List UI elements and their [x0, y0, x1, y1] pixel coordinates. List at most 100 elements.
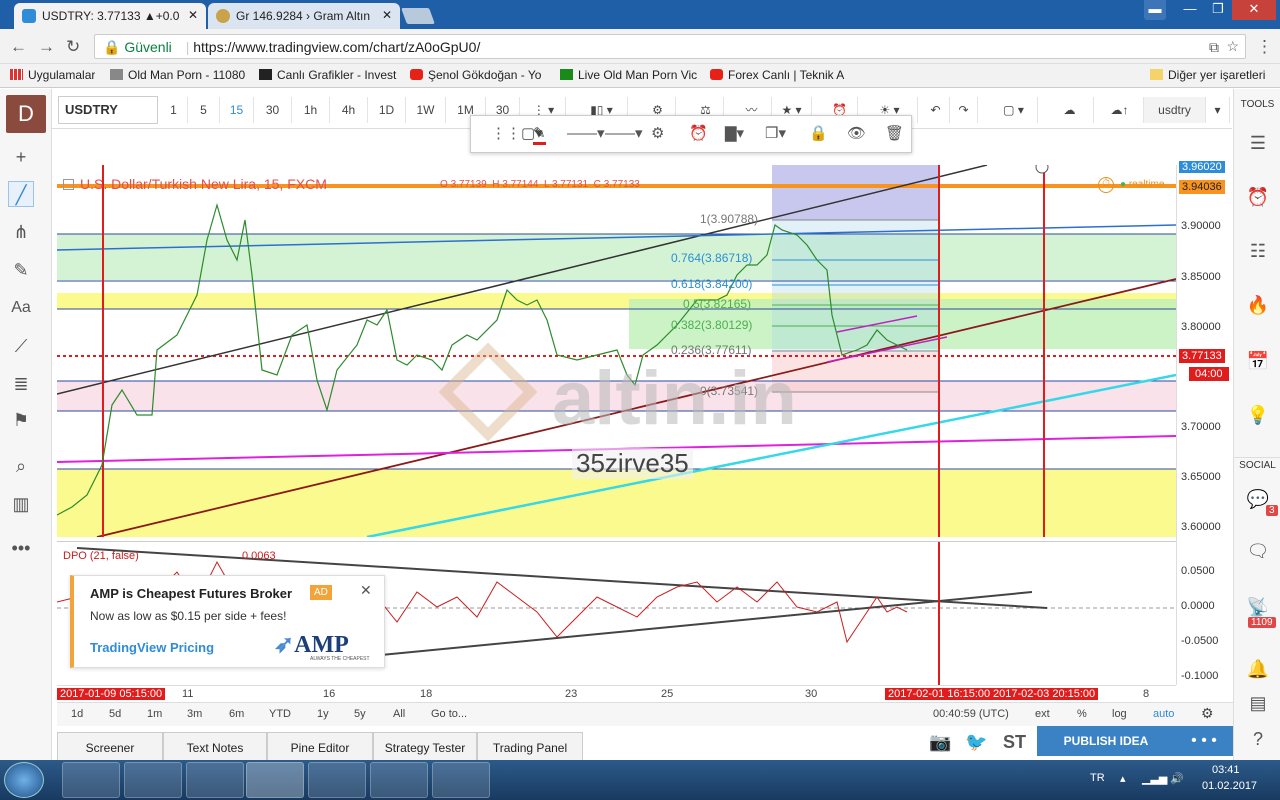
fibonacci-icon[interactable]: ≣ — [8, 371, 34, 397]
clone-icon[interactable]: ❐▾ — [765, 124, 786, 142]
range-1y[interactable]: 1y — [317, 708, 329, 720]
ad-link[interactable]: TradingView Pricing — [90, 640, 214, 655]
flag-icon[interactable]: ⚑ — [8, 407, 34, 433]
fork-icon[interactable]: ⋔ — [8, 219, 34, 245]
network-icon[interactable]: ▁▃▅ — [1142, 772, 1167, 785]
close-icon[interactable]: ✕ — [382, 8, 392, 22]
bookmark-other[interactable]: Diğer yer işaretleri — [1150, 68, 1265, 82]
template-icon[interactable]: ▇▾ — [725, 124, 744, 142]
range-6m[interactable]: 6m — [229, 708, 244, 720]
alert-clock-icon[interactable]: ⏱ — [1098, 177, 1114, 193]
hotlist-icon[interactable]: 🔥 — [1246, 295, 1270, 319]
help-icon[interactable]: ? — [1246, 729, 1270, 753]
tray-arrow-icon[interactable]: ▴ — [1120, 772, 1126, 785]
tab-screener[interactable]: Screener — [57, 732, 163, 760]
forward-icon[interactable]: → — [38, 37, 55, 57]
close-window-button[interactable]: ✕ — [1232, 0, 1276, 20]
maximize-button[interactable]: ❐ — [1204, 0, 1232, 20]
percent-toggle[interactable]: % — [1077, 708, 1087, 720]
interval-5[interactable]: 5 — [188, 97, 220, 123]
browser-tab-usdtry[interactable]: USDTRY: 3.77133 ▲+0.0 ✕ — [14, 3, 206, 29]
url-input[interactable]: 🔒 Güvenli | https://www.tradingview.com/… — [94, 34, 1246, 59]
tab-text-notes[interactable]: Text Notes — [163, 732, 267, 760]
calculator-icon[interactable]: ▤ — [1246, 693, 1270, 717]
handle-icon[interactable] — [1035, 165, 1049, 174]
tab-trading-panel[interactable]: Trading Panel — [477, 732, 583, 760]
twitter-icon[interactable]: 🐦 — [965, 732, 987, 753]
cloud-save-icon[interactable]: ☁ — [1046, 97, 1094, 123]
interval-1h[interactable]: 1h — [292, 97, 330, 123]
chevron-down-icon[interactable]: ▾ — [1206, 97, 1230, 123]
log-toggle[interactable]: log — [1112, 708, 1127, 720]
interval-1w[interactable]: 1W — [406, 97, 446, 123]
cloud-upload-icon[interactable]: ☁↑ — [1096, 97, 1144, 123]
close-icon[interactable]: ✕ — [188, 8, 198, 22]
start-button[interactable] — [4, 762, 44, 798]
private-chat-icon[interactable]: 🗨 — [1246, 541, 1270, 565]
collapse-icon[interactable] — [63, 179, 74, 190]
trash-icon[interactable]: 🗑 — [885, 124, 904, 142]
bookmark-item[interactable]: Live Old Man Porn Vic — [560, 68, 698, 82]
sticky-notes-icon[interactable] — [308, 762, 366, 798]
idea-icon[interactable]: 💡 — [1246, 405, 1270, 429]
calendar-icon[interactable]: 📅 — [1246, 351, 1270, 375]
add-alert-icon[interactable]: ⏰ — [689, 124, 708, 142]
interval-1d[interactable]: 1D — [368, 97, 406, 123]
notifications-icon[interactable]: 🔔 — [1246, 659, 1270, 683]
crosshair-icon[interactable]: + — [8, 144, 34, 170]
settings-icon[interactable]: ⚙ — [1201, 705, 1214, 722]
time-axis[interactable]: 2017-01-09 05:15:00 11 16 18 23 25 30 20… — [57, 685, 1176, 702]
more-options-button[interactable]: • • • — [1175, 726, 1233, 756]
skype-icon[interactable] — [370, 762, 428, 798]
range-ytd[interactable]: YTD — [269, 708, 291, 720]
range-1m[interactable]: 1m — [147, 708, 162, 720]
ad-popup[interactable]: AMP is Cheapest Futures Broker AD ✕ Now … — [70, 575, 385, 668]
layout-icon[interactable]: ▢ ▾ — [990, 97, 1038, 123]
undo-icon[interactable]: ↶ — [922, 97, 950, 123]
browser-tab-gram-altin[interactable]: Gr 146.9284 › Gram Altın ✕ — [208, 3, 400, 29]
settings-icon[interactable]: ⚙ — [651, 124, 664, 142]
reload-icon[interactable]: ↻ — [66, 37, 80, 57]
lock-icon[interactable]: 🔒 — [809, 124, 828, 142]
back-icon[interactable]: ← — [10, 37, 27, 57]
zoom-icon[interactable]: ⌕ — [8, 453, 34, 479]
photo-viewer-icon[interactable] — [432, 762, 490, 798]
camera-icon[interactable]: 📷 — [929, 732, 951, 753]
menu-icon[interactable]: ⋮ — [1256, 37, 1273, 57]
interval-4h[interactable]: 4h — [330, 97, 368, 123]
compare-symbol[interactable]: usdtry — [1144, 97, 1206, 123]
bookmark-item[interactable]: Canlı Grafikler - Invest — [259, 68, 397, 82]
bookmark-item[interactable]: Forex Canlı | Teknik A — [710, 68, 848, 82]
minimize-button[interactable]: — — [1176, 0, 1204, 20]
interval-30[interactable]: 30 — [254, 97, 292, 123]
trendline-tool-icon[interactable]: ╱ — [8, 181, 34, 207]
brush-icon[interactable]: ✎ — [8, 257, 34, 283]
user-avatar[interactable]: D — [6, 95, 46, 133]
data-window-icon[interactable]: ☷ — [1246, 241, 1270, 265]
eye-icon[interactable]: 👁 — [847, 124, 866, 142]
more-tools-icon[interactable]: ••• — [8, 535, 34, 561]
star-icon[interactable]: ☆ — [1226, 38, 1239, 55]
profile-icon[interactable]: ▬ — [1144, 0, 1166, 20]
line-color-icon[interactable]: ✎ — [533, 124, 546, 145]
chart-title[interactable]: U.S. Dollar/Turkish New Lira, 15, FXCM — [63, 176, 327, 192]
bookmark-item[interactable]: Şenol Gökdoğan - Yo — [410, 68, 548, 82]
text-tool-icon[interactable]: Aa — [8, 295, 34, 321]
ext-toggle[interactable]: ext — [1035, 708, 1050, 720]
range-5y[interactable]: 5y — [354, 708, 366, 720]
price-axis[interactable]: 3.96020 3.94036 3.90000 3.85000 3.80000 … — [1176, 161, 1233, 685]
line-style-icon[interactable]: ——▾ — [605, 124, 643, 142]
clock-time[interactable]: 03:41 — [1212, 764, 1240, 776]
redo-icon[interactable]: ↷ — [950, 97, 978, 123]
close-icon[interactable]: ✕ — [360, 582, 372, 599]
range-1d[interactable]: 1d — [71, 708, 83, 720]
clock-date[interactable]: 01.02.2017 — [1202, 780, 1257, 792]
stocktwits-icon[interactable]: ST — [1003, 732, 1026, 753]
explorer-icon[interactable] — [62, 762, 120, 798]
measure-icon[interactable]: ▥ — [8, 491, 34, 517]
range-5d[interactable]: 5d — [109, 708, 121, 720]
goto-button[interactable]: Go to... — [431, 708, 467, 720]
tab-pine-editor[interactable]: Pine Editor — [267, 732, 373, 760]
alarm-icon[interactable]: ⏰ — [1246, 187, 1270, 211]
volume-icon[interactable]: 🔊 — [1170, 772, 1184, 785]
